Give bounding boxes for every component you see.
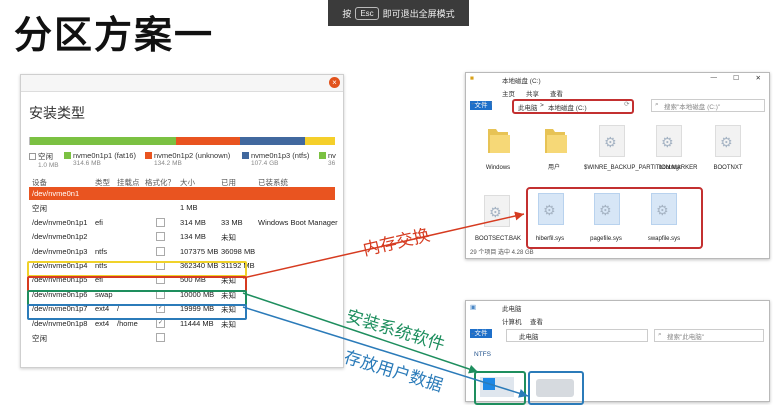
annotation-arrows bbox=[242, 211, 529, 398]
